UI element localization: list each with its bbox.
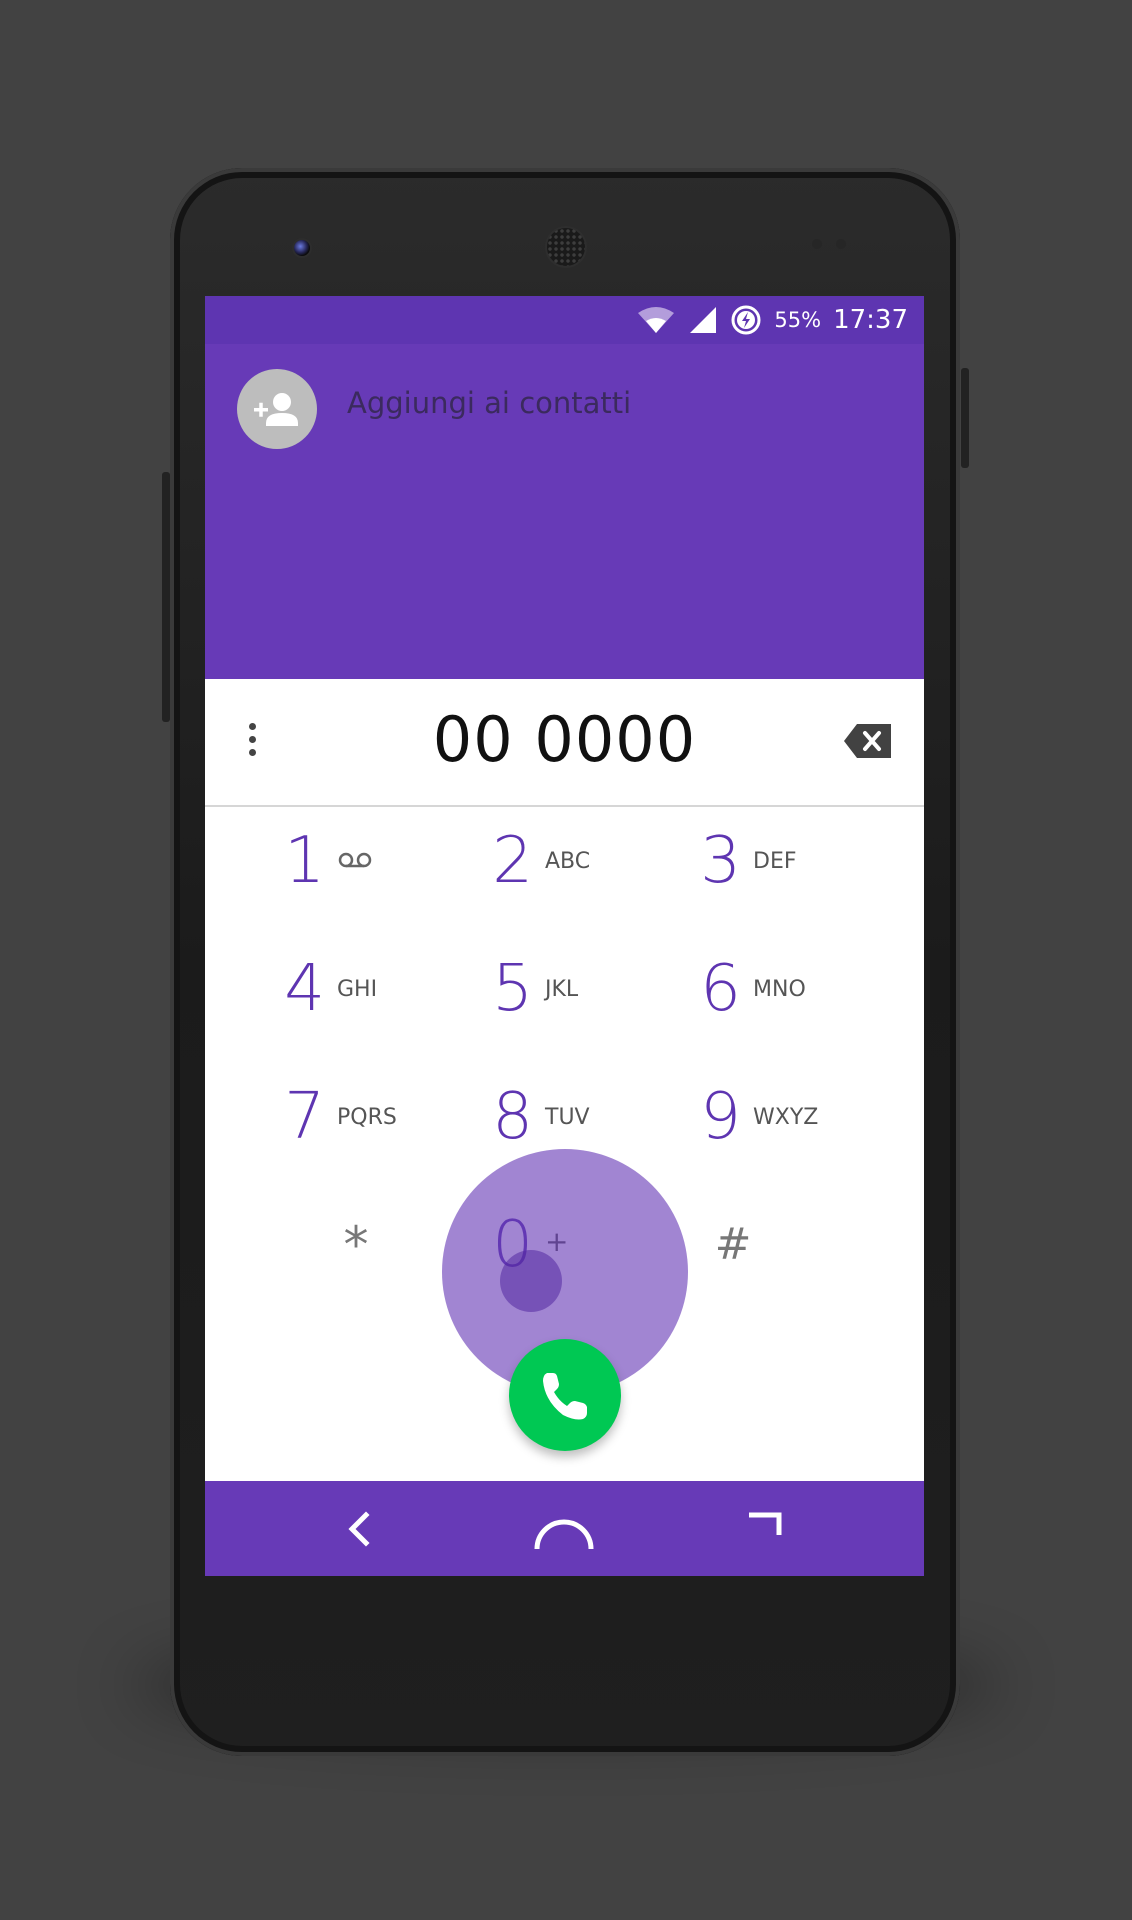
key-letters: PQRS: [337, 1105, 397, 1130]
entered-number[interactable]: 00 0000: [305, 703, 824, 776]
key-digit: 1: [284, 824, 325, 898]
key-digit: 2: [492, 824, 533, 898]
add-contact-avatar[interactable]: [237, 369, 317, 449]
battery-saver-icon: [731, 305, 761, 335]
key-4[interactable]: 4 GHI: [255, 935, 455, 1045]
cell-signal-icon: [690, 307, 717, 333]
key-symbol: *: [343, 1216, 369, 1274]
nav-back-button[interactable]: [330, 1499, 390, 1559]
key-8[interactable]: 8 TUV: [463, 1063, 663, 1173]
key-digit: 4: [284, 952, 325, 1026]
add-contact-label[interactable]: Aggiungi ai contatti: [347, 386, 631, 420]
key-digit: 3: [700, 824, 741, 898]
recents-icon: [749, 1512, 782, 1535]
key-digit: 5: [492, 952, 533, 1026]
nav-recents-button[interactable]: [737, 1499, 797, 1559]
key-digit: 6: [700, 952, 741, 1026]
key-digit: 0: [492, 1208, 533, 1282]
earpiece-speaker: [545, 226, 587, 268]
key-symbol: #: [714, 1219, 752, 1270]
battery-percent: 55%: [774, 308, 822, 332]
key-9[interactable]: 9 WXYZ: [671, 1063, 871, 1173]
key-star[interactable]: *: [256, 1191, 456, 1301]
key-1[interactable]: 1: [255, 807, 455, 917]
phone-icon: [543, 1373, 587, 1420]
stage: 55% 17:37 Aggiungi ai contatti 00 0000 1…: [0, 0, 1132, 1920]
voicemail-icon: [338, 852, 372, 868]
key-digit: 7: [284, 1080, 325, 1154]
back-icon: [348, 1511, 370, 1547]
key-letters: JKL: [545, 977, 579, 1002]
key-letters: MNO: [753, 977, 806, 1002]
add-person-icon: [254, 393, 298, 426]
more-vert-icon[interactable]: [245, 723, 259, 763]
key-letters: ABC: [545, 849, 591, 874]
volume-button: [162, 472, 170, 722]
key-5[interactable]: 5 JKL: [463, 935, 663, 1045]
key-digit: 9: [700, 1080, 741, 1154]
status-icons: 55% 17:37: [636, 296, 908, 344]
key-letters: WXYZ: [753, 1105, 819, 1130]
front-camera: [292, 238, 312, 258]
call-button[interactable]: [509, 1339, 621, 1451]
key-letters: DEF: [753, 849, 797, 874]
key-letters: +: [545, 1225, 569, 1258]
wifi-icon: [638, 307, 675, 333]
backspace-button[interactable]: [843, 722, 893, 760]
navigation-bar: [205, 1481, 924, 1576]
contact-header: Aggiungi ai contatti: [205, 344, 924, 679]
key-7[interactable]: 7 PQRS: [255, 1063, 455, 1173]
key-digit: 8: [492, 1080, 533, 1154]
key-letters: GHI: [337, 977, 378, 1002]
proximity-sensor: [812, 239, 822, 249]
light-sensor: [836, 239, 846, 249]
clock: 17:37: [833, 305, 908, 335]
home-icon: [534, 1519, 594, 1550]
key-6[interactable]: 6 MNO: [671, 935, 871, 1045]
key-3[interactable]: 3 DEF: [671, 807, 871, 917]
key-hash[interactable]: #: [671, 1191, 871, 1301]
key-letters: TUV: [545, 1105, 590, 1130]
key-2[interactable]: 2 ABC: [463, 807, 663, 917]
power-button: [961, 368, 969, 468]
phone-screen: 55% 17:37 Aggiungi ai contatti 00 0000 1…: [205, 296, 924, 1576]
number-entry-row: 00 0000: [205, 679, 924, 807]
backspace-icon: [844, 724, 891, 758]
nav-home-button[interactable]: [529, 1499, 594, 1559]
status-bar: 55% 17:37: [205, 296, 924, 344]
